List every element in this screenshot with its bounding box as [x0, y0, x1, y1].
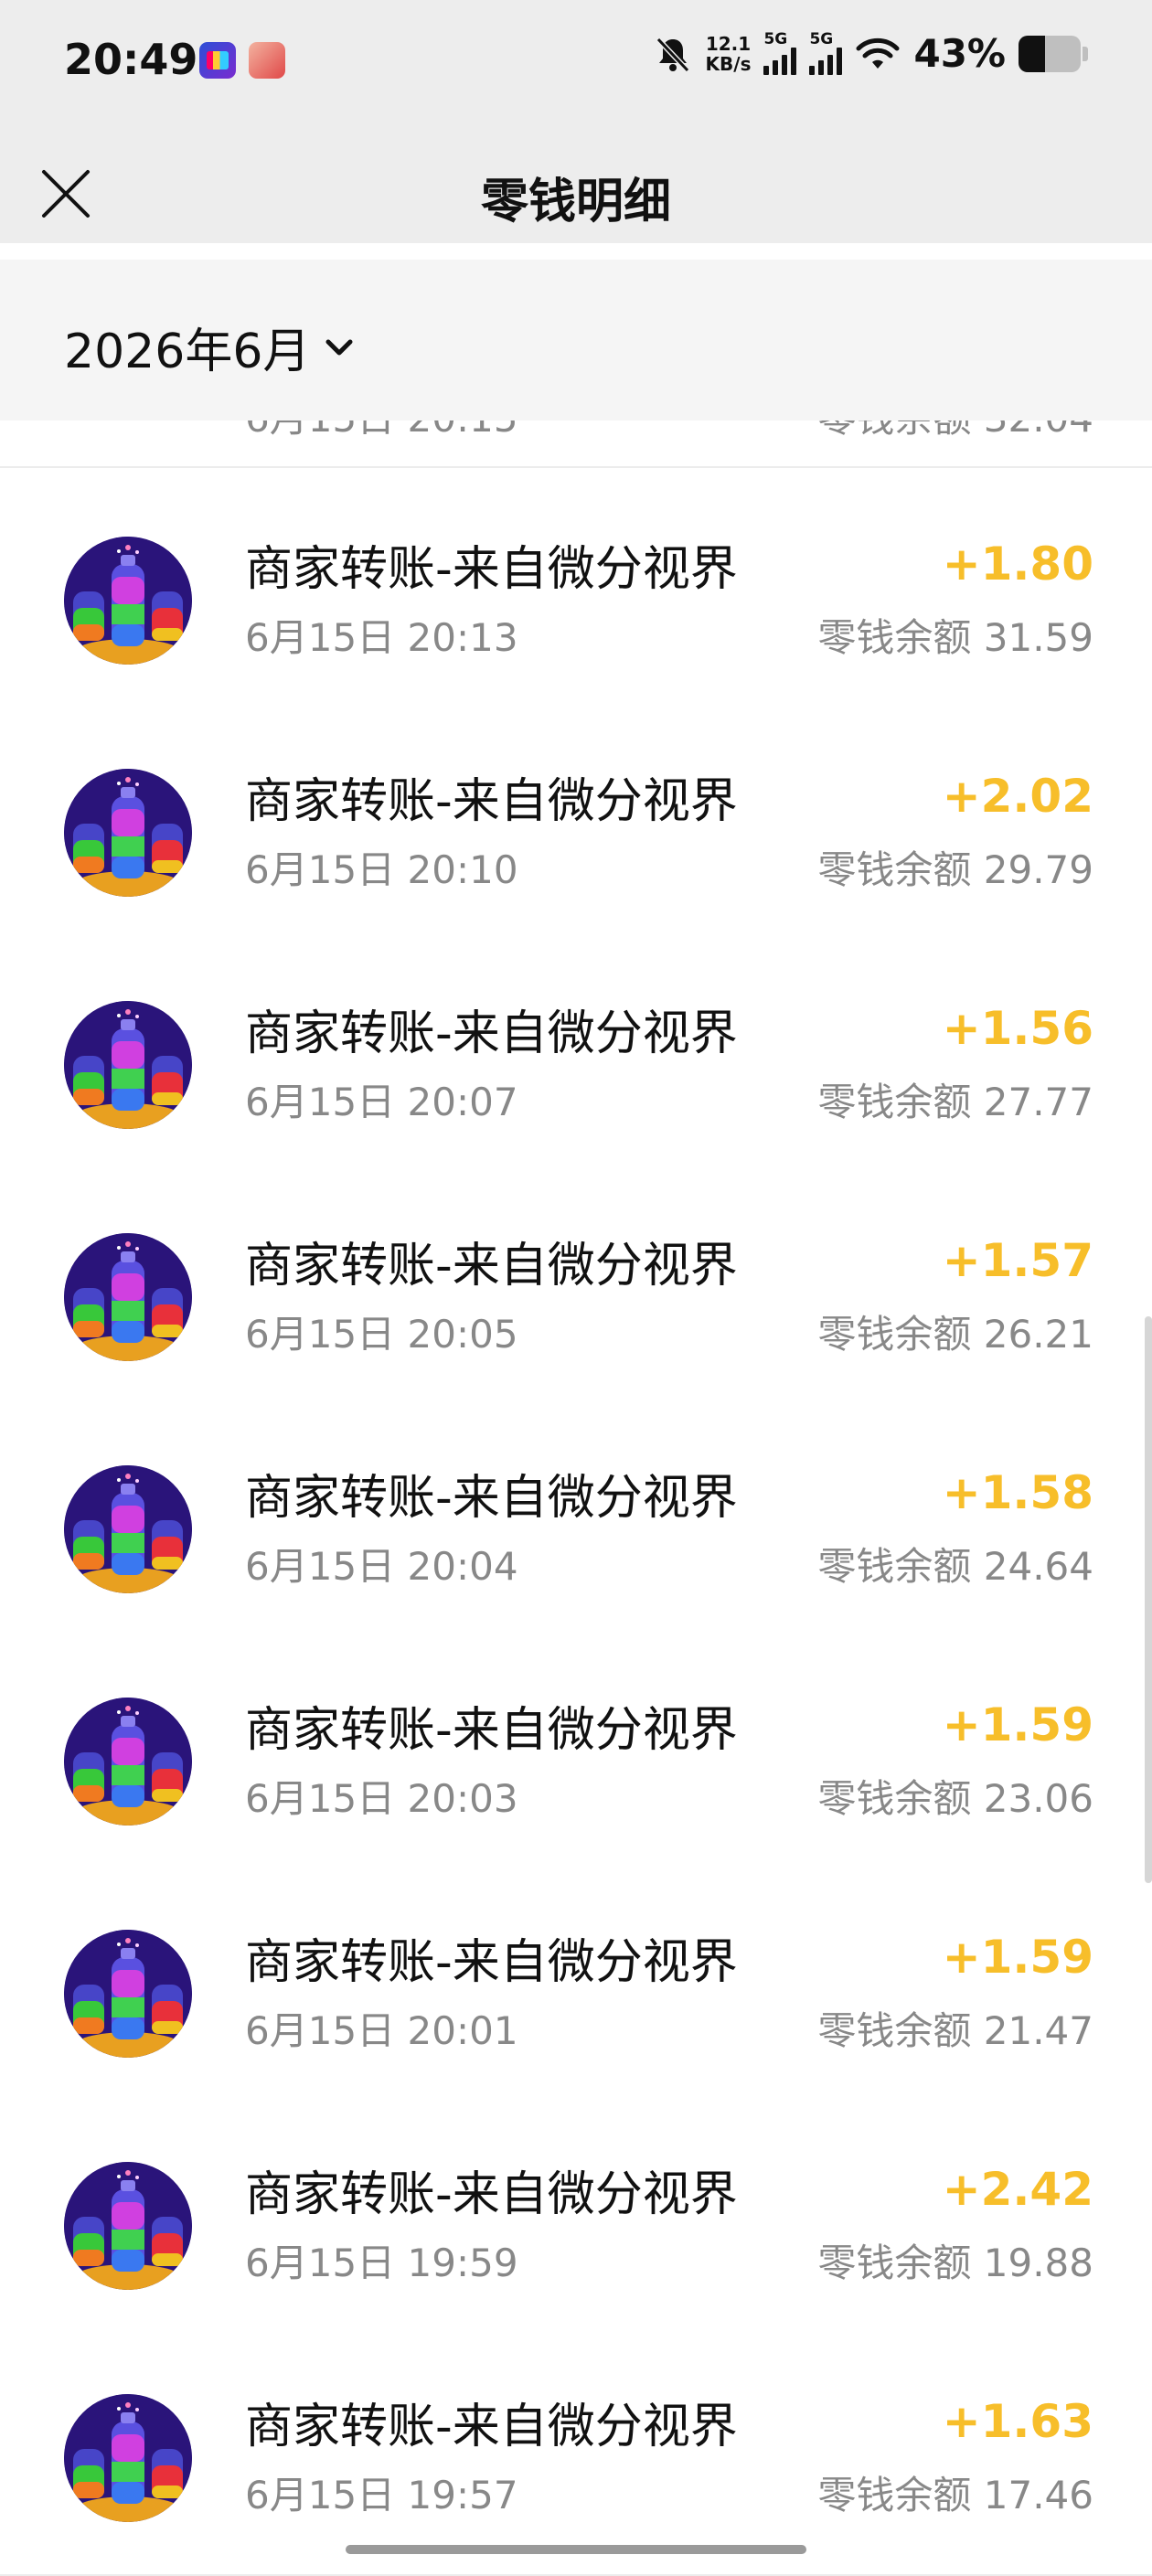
transaction-title: 商家转账-来自微分视界 [245, 2400, 738, 2454]
merchant-avatar [64, 1001, 192, 1129]
transaction-amount: +2.42 [942, 2163, 1093, 2216]
net-speed-value: 12.1 [705, 32, 752, 55]
signal-bars-icon-2 [809, 48, 843, 75]
chevron-down-icon [325, 339, 353, 355]
sim1-signal: 5G [763, 30, 797, 75]
transaction-title: 商家转账-来自微分视界 [245, 1239, 738, 1293]
merchant-avatar [64, 769, 192, 897]
transaction-amount: +1.57 [942, 1234, 1093, 1287]
transaction-balance: 零钱余额 26.21 [817, 1312, 1093, 1357]
home-indicator[interactable] [346, 2545, 806, 2554]
transaction-time: 6月15日 20:10 [245, 847, 518, 892]
transaction-balance: 零钱余额 21.47 [817, 2008, 1093, 2053]
month-label: 2026年6月 [64, 325, 311, 379]
network-speed: 12.1 KB/s [706, 34, 752, 74]
transaction-time: 6月15日 20:04 [245, 1544, 518, 1589]
transaction-balance: 零钱余额 17.46 [817, 2473, 1093, 2517]
transaction-amount: +2.02 [942, 770, 1093, 823]
scrollbar[interactable] [1145, 1316, 1152, 1883]
transaction-row[interactable]: 商家转账-来自微分视界 6月15日 20:13 +1.80 零钱余额 31.59 [0, 484, 1152, 719]
transaction-time: 6月15日 20:07 [245, 1080, 518, 1124]
transaction-time: 6月15日 20:13 [245, 615, 518, 660]
transaction-time: 6月15日 19:57 [245, 2473, 518, 2517]
merchant-avatar [64, 1930, 192, 2058]
transaction-amount: +1.59 [942, 1931, 1093, 1984]
transaction-balance: 零钱余额 29.79 [817, 847, 1093, 892]
transaction-row[interactable]: 商家转账-来自微分视界 6月15日 19:57 +1.63 零钱余额 17.46 [0, 2342, 1152, 2576]
merchant-avatar [64, 1698, 192, 1826]
merchant-avatar [64, 2162, 192, 2290]
transaction-title: 商家转账-来自微分视界 [245, 2167, 738, 2222]
net-speed-unit: KB/s [705, 52, 752, 75]
signal-bars-icon [763, 48, 797, 75]
merchant-avatar [64, 1233, 192, 1361]
transaction-title: 商家转账-来自微分视界 [245, 542, 738, 597]
transaction-amount: +1.59 [942, 1698, 1093, 1751]
status-bar: 20:49 12.1 KB/s 5G 5G 43% [0, 0, 1152, 128]
transaction-title: 商家转账-来自微分视界 [245, 1471, 738, 1526]
transaction-title: 商家转账-来自微分视界 [245, 1006, 738, 1061]
transaction-balance: 零钱余额 24.64 [817, 1544, 1093, 1589]
transaction-row[interactable]: 商家转账-来自微分视界 6月15日 20:07 +1.56 零钱余额 27.77 [0, 949, 1152, 1183]
transaction-amount: +1.56 [942, 1002, 1093, 1055]
merchant-avatar [64, 1465, 192, 1593]
merchant-avatar [64, 2394, 192, 2522]
transaction-time: 6月15日 19:59 [245, 2241, 518, 2285]
transaction-row[interactable]: 商家转账-来自微分视界 6月15日 20:05 +1.57 零钱余额 26.21 [0, 1181, 1152, 1415]
month-picker[interactable]: 2026年6月 [64, 313, 356, 381]
sim1-label: 5G [763, 30, 788, 48]
transaction-row[interactable]: 商家转账-来自微分视界 6月15日 20:03 +1.59 零钱余额 23.06 [0, 1645, 1152, 1879]
notification-app-icon-2 [249, 42, 285, 79]
sim2-label: 5G [809, 30, 834, 48]
wifi-icon [856, 37, 900, 69]
notification-app-icon [199, 42, 236, 79]
transaction-amount: +1.63 [942, 2395, 1093, 2448]
transaction-time: 6月15日 20:05 [245, 1312, 518, 1357]
merchant-avatar [64, 537, 192, 665]
transaction-time: 6月15日 20:01 [245, 2008, 518, 2053]
transaction-row[interactable]: 商家转账-来自微分视界 6月15日 20:01 +1.59 零钱余额 21.47 [0, 1878, 1152, 2112]
status-time: 20:49 [64, 35, 198, 84]
battery-cap [1083, 46, 1088, 61]
transaction-title: 商家转账-来自微分视界 [245, 1935, 738, 1990]
transaction-balance: 零钱余额 19.88 [817, 2241, 1093, 2285]
mute-bell-icon [656, 37, 689, 72]
transaction-balance: 零钱余额 23.06 [817, 1776, 1093, 1821]
transaction-row[interactable]: 商家转账-来自微分视界 6月15日 20:10 +2.02 零钱余额 29.79 [0, 717, 1152, 951]
transaction-amount: +1.58 [942, 1466, 1093, 1519]
sim2-signal: 5G [809, 30, 843, 75]
transaction-row[interactable]: 商家转账-来自微分视界 6月15日 20:04 +1.58 零钱余额 24.64 [0, 1413, 1152, 1647]
transaction-row[interactable]: 商家转账-来自微分视界 6月15日 19:59 +2.42 零钱余额 19.88 [0, 2110, 1152, 2344]
transaction-title: 商家转账-来自微分视界 [245, 774, 738, 829]
month-filter-bar: 2026年6月 [0, 260, 1152, 420]
page-title: 零钱明细 [480, 175, 671, 229]
transaction-amount: +1.80 [942, 538, 1093, 591]
transaction-title: 商家转账-来自微分视界 [245, 1703, 738, 1758]
transaction-time: 6月15日 20:03 [245, 1776, 518, 1821]
battery-icon [1019, 35, 1081, 72]
battery-percent: 43% [913, 31, 1006, 76]
top-nav-bar: 零钱明细 [0, 128, 1152, 260]
transaction-balance: 零钱余额 27.77 [817, 1080, 1093, 1124]
transaction-balance: 零钱余额 31.59 [817, 615, 1093, 660]
